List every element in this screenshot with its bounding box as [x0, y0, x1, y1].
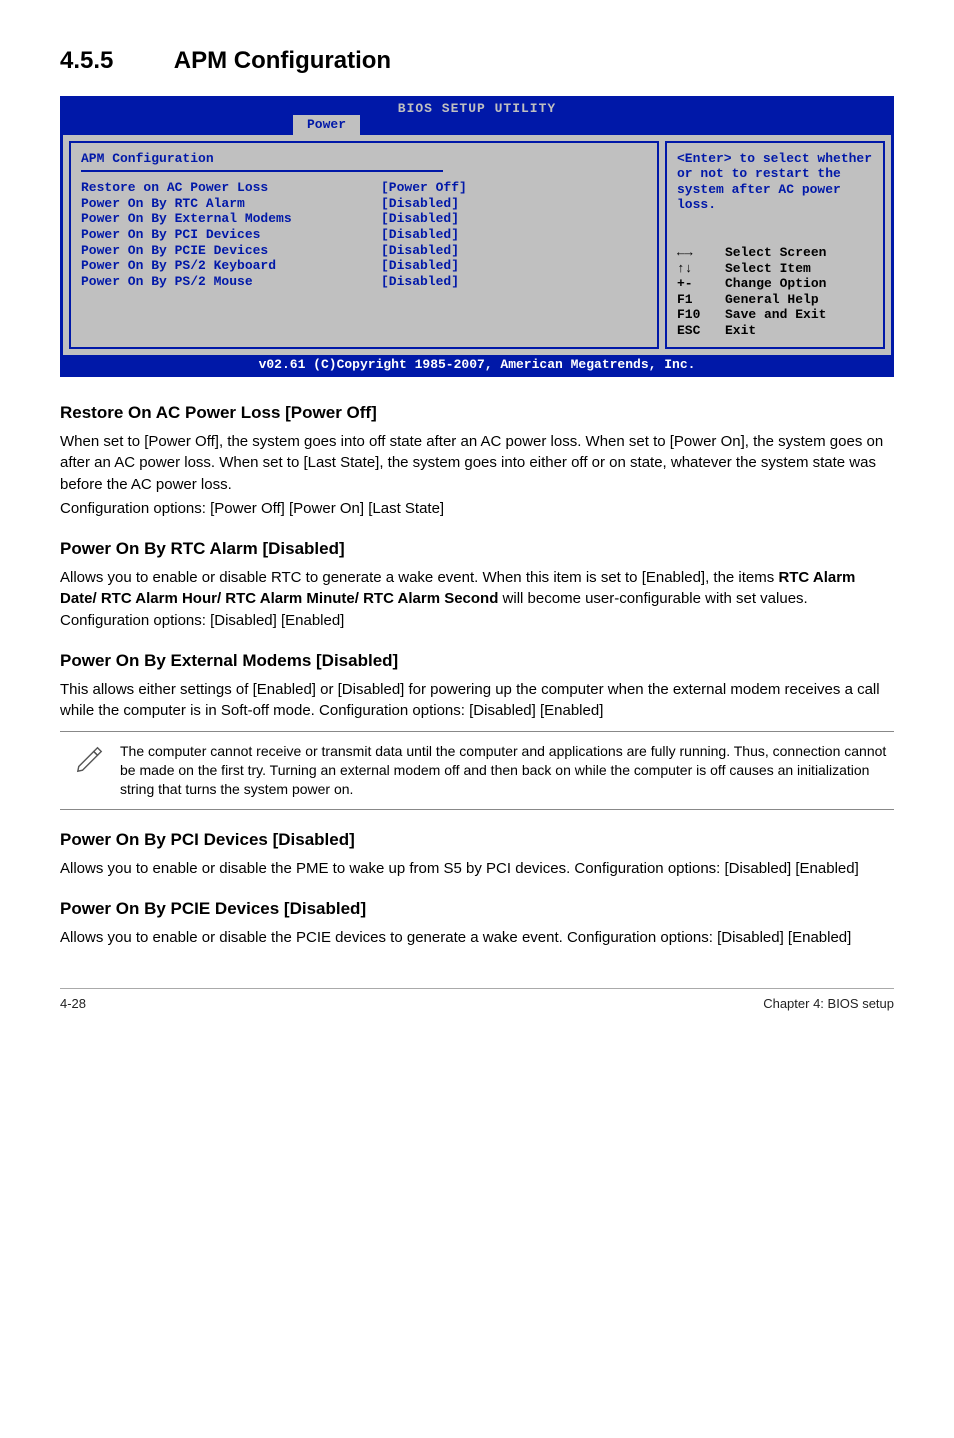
bios-titlebar: BIOS SETUP UTILITY Power — [63, 99, 891, 135]
key-desc: Save and Exit — [725, 307, 826, 323]
key-desc: Select Screen — [725, 245, 826, 261]
plus-minus-icon: +- — [677, 276, 725, 292]
subheading-restore-ac: Restore On AC Power Loss [Power Off] — [60, 401, 894, 425]
note-text: The computer cannot receive or transmit … — [120, 742, 894, 799]
key-desc: Change Option — [725, 276, 826, 292]
subheading-ext-modems: Power On By External Modems [Disabled] — [60, 649, 894, 673]
bios-footer: v02.61 (C)Copyright 1985-2007, American … — [63, 355, 891, 375]
bios-item-label: Power On By External Modems — [81, 211, 381, 227]
bios-item-value: [Disabled] — [381, 196, 459, 212]
bios-item-label: Power On By RTC Alarm — [81, 196, 381, 212]
bios-main-panel: APM Configuration Restore on AC Power Lo… — [69, 141, 659, 349]
key-f1: F1 — [677, 292, 725, 308]
subheading-rtc-alarm: Power On By RTC Alarm [Disabled] — [60, 537, 894, 561]
page-number: 4-28 — [60, 995, 86, 1013]
bios-item-label: Restore on AC Power Loss — [81, 180, 381, 196]
key-desc: General Help — [725, 292, 819, 308]
bios-item-value: [Disabled] — [381, 258, 459, 274]
bios-section-title: APM Configuration — [81, 151, 443, 173]
section-title: APM Configuration — [174, 47, 391, 74]
paragraph: Configuration options: [Power Off] [Powe… — [60, 498, 894, 519]
bios-window: BIOS SETUP UTILITY Power APM Configurati… — [60, 96, 894, 378]
arrow-left-right-icon: ←→ — [677, 245, 725, 261]
subheading-pci-devices: Power On By PCI Devices [Disabled] — [60, 828, 894, 852]
bios-item-label: Power On By PCIE Devices — [81, 243, 381, 259]
bios-item-label: Power On By PS/2 Keyboard — [81, 258, 381, 274]
bios-item-label: Power On By PCI Devices — [81, 227, 381, 243]
bios-item-value: [Disabled] — [381, 211, 459, 227]
paragraph: This allows either settings of [Enabled]… — [60, 679, 894, 722]
page-footer: 4-28 Chapter 4: BIOS setup — [60, 988, 894, 1013]
bios-item-label: Power On By PS/2 Mouse — [81, 274, 381, 290]
bios-help-text: <Enter> to select whether or not to rest… — [677, 151, 873, 213]
key-f10: F10 — [677, 307, 725, 323]
key-desc: Select Item — [725, 261, 811, 277]
pencil-icon — [60, 742, 120, 774]
bios-item-value: [Disabled] — [381, 274, 459, 290]
key-desc: Exit — [725, 323, 756, 339]
paragraph: When set to [Power Off], the system goes… — [60, 431, 894, 495]
bios-item-restore-ac[interactable]: Restore on AC Power Loss [Power Off] — [81, 180, 647, 196]
bios-item-value: [Power Off] — [381, 180, 467, 196]
bios-item-ps2-keyboard[interactable]: Power On By PS/2 Keyboard [Disabled] — [81, 258, 647, 274]
subheading-pcie-devices: Power On By PCIE Devices [Disabled] — [60, 897, 894, 921]
key-esc: ESC — [677, 323, 725, 339]
bios-item-ext-modems[interactable]: Power On By External Modems [Disabled] — [81, 211, 647, 227]
bios-item-pci-devices[interactable]: Power On By PCI Devices [Disabled] — [81, 227, 647, 243]
paragraph: Allows you to enable or disable the PCIE… — [60, 927, 894, 948]
bios-key-hints: ←→Select Screen ↑↓Select Item +-Change O… — [677, 245, 873, 339]
bios-item-value: [Disabled] — [381, 243, 459, 259]
note-box: The computer cannot receive or transmit … — [60, 731, 894, 810]
paragraph: Allows you to enable or disable the PME … — [60, 858, 894, 879]
paragraph: Allows you to enable or disable RTC to g… — [60, 567, 894, 631]
bios-item-ps2-mouse[interactable]: Power On By PS/2 Mouse [Disabled] — [81, 274, 647, 290]
bios-title: BIOS SETUP UTILITY — [63, 101, 891, 117]
chapter-label: Chapter 4: BIOS setup — [763, 995, 894, 1013]
bios-help-panel: <Enter> to select whether or not to rest… — [665, 141, 885, 349]
section-number: 4.5.5 — [60, 44, 168, 78]
bios-item-value: [Disabled] — [381, 227, 459, 243]
section-heading: 4.5.5 APM Configuration — [60, 44, 894, 78]
text: Allows you to enable or disable RTC to g… — [60, 569, 778, 586]
bios-item-rtc-alarm[interactable]: Power On By RTC Alarm [Disabled] — [81, 196, 647, 212]
arrow-up-down-icon: ↑↓ — [677, 261, 725, 277]
bios-tab-power[interactable]: Power — [293, 115, 360, 135]
bios-item-pcie-devices[interactable]: Power On By PCIE Devices [Disabled] — [81, 243, 647, 259]
